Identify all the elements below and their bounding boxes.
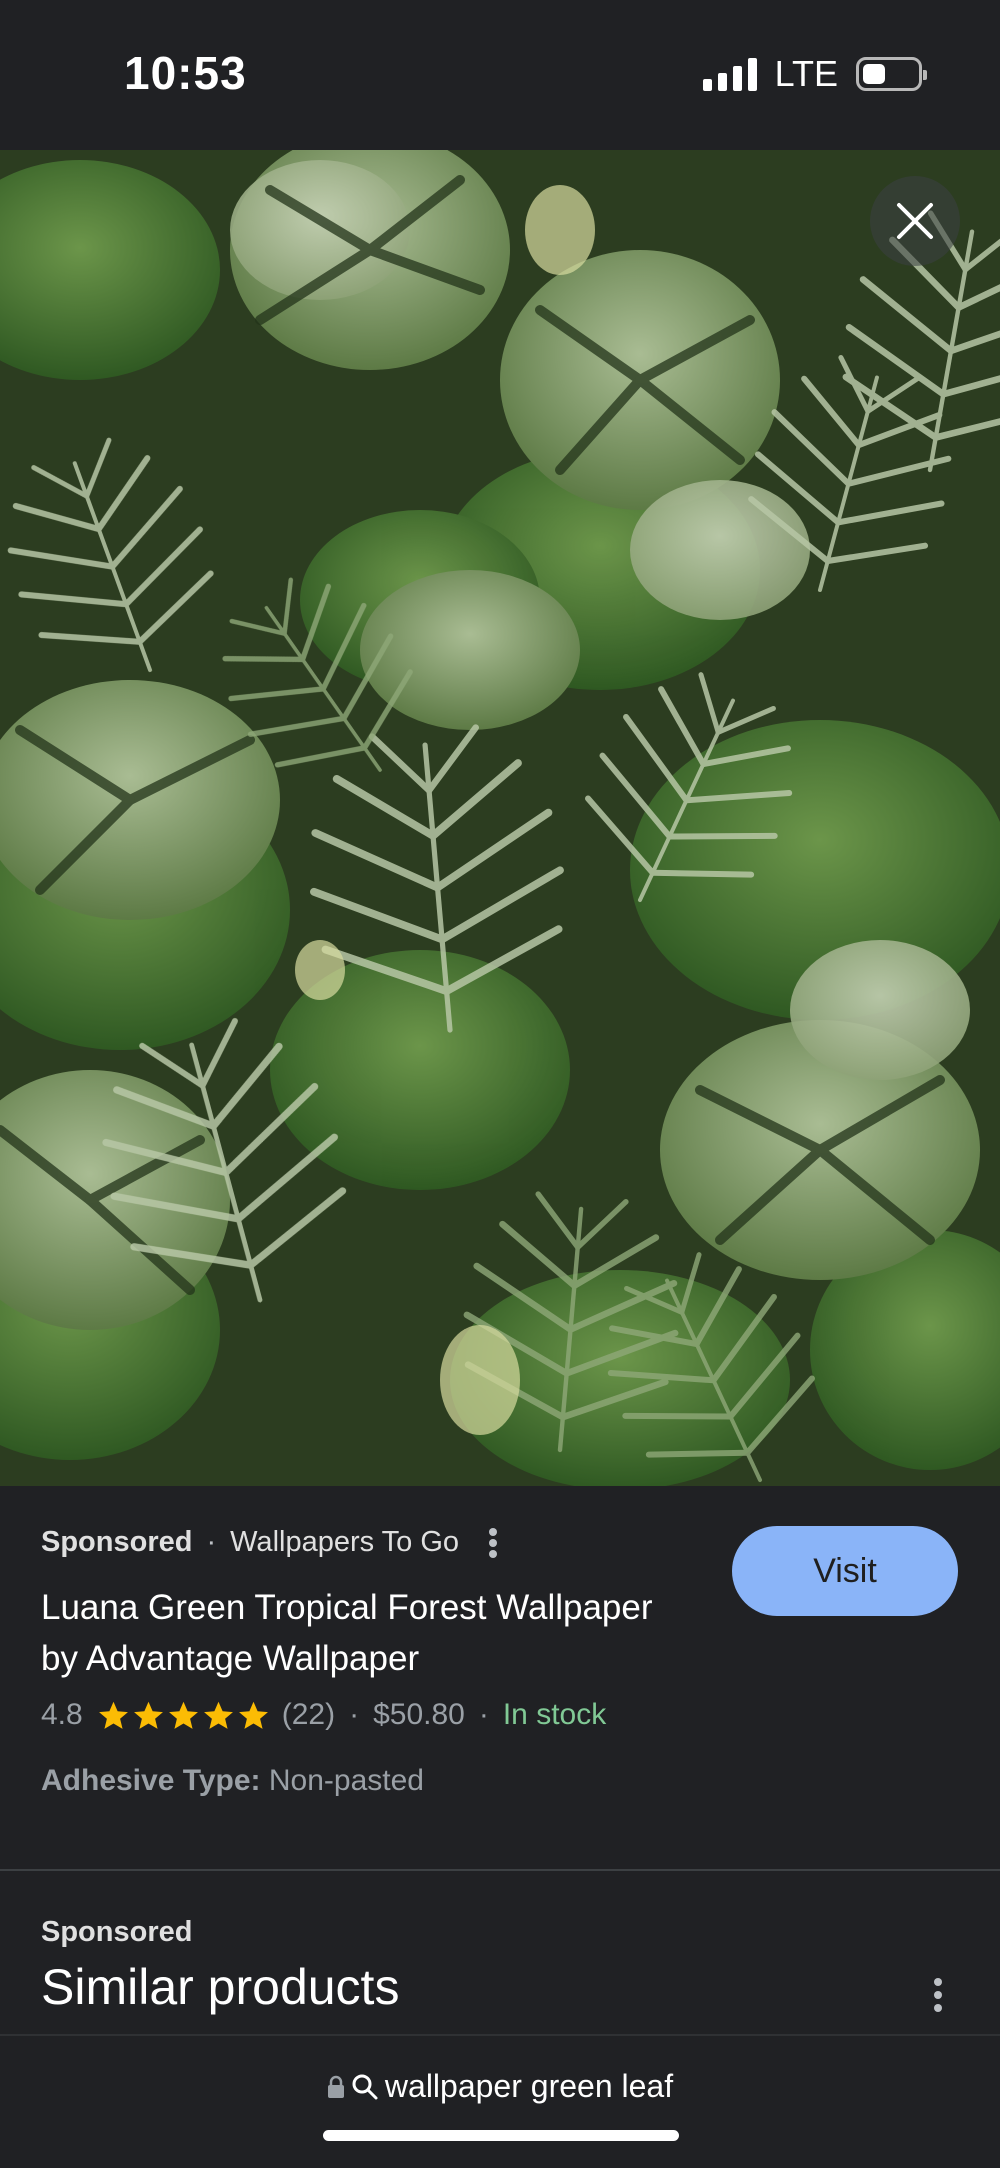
separator-dot: ·	[206, 1526, 217, 1558]
status-indicators: LTE	[702, 52, 927, 96]
separator-dot: ·	[478, 1698, 489, 1731]
similar-more-options-icon[interactable]	[934, 1978, 942, 2012]
sponsored-label: Sponsored	[41, 1526, 193, 1558]
url-content[interactable]: wallpaper green leaf	[0, 2068, 1000, 2105]
status-time: 10:53	[124, 47, 247, 99]
star-icon	[203, 1701, 233, 1729]
star-rating	[97, 1699, 270, 1732]
star-icon	[168, 1701, 198, 1729]
star-icon	[238, 1701, 268, 1729]
ad-meta: Sponsored · Wallpapers To Go	[41, 1526, 498, 1559]
product-title[interactable]: Luana Green Tropical Forest Wallpaper by…	[41, 1582, 681, 1684]
battery-icon	[856, 57, 927, 91]
separator-dot: ·	[349, 1698, 360, 1731]
similar-sponsored-label: Sponsored	[41, 1916, 193, 1948]
star-icon	[133, 1701, 163, 1729]
product-image	[0, 150, 1000, 1486]
search-query[interactable]: wallpaper green leaf	[385, 2068, 673, 2105]
review-count: (22)	[281, 1698, 336, 1731]
star-icon	[98, 1701, 128, 1729]
close-button[interactable]	[870, 176, 960, 266]
signal-icon	[702, 57, 757, 91]
price: $50.80	[373, 1698, 465, 1731]
lock-icon	[327, 2075, 344, 2098]
tropical-leaves-image	[0, 150, 1000, 1486]
url-bar[interactable]: wallpaper green leaf	[0, 2034, 1000, 2168]
status-bar: 10:53 LTE	[0, 0, 1000, 150]
stock-status: In stock	[502, 1698, 607, 1731]
rating-value: 4.8	[41, 1698, 83, 1731]
attribute-key: Adhesive Type:	[41, 1764, 261, 1797]
product-panel: Sponsored · Wallpapers To Go Luana Green…	[0, 1486, 1000, 1870]
search-icon	[352, 2074, 378, 2099]
seller-name[interactable]: Wallpapers To Go	[230, 1526, 459, 1559]
product-attribute: Adhesive Type: Non-pasted	[41, 1764, 424, 1798]
attribute-value: Non-pasted	[268, 1764, 424, 1797]
network-label: LTE	[774, 53, 838, 94]
rating-line: 4.8 (22) · $50.80 · In stock	[41, 1698, 606, 1732]
close-icon	[897, 203, 933, 239]
section-divider	[0, 1869, 1000, 1871]
visit-button[interactable]: Visit	[732, 1526, 958, 1616]
similar-products-heading: Similar products	[41, 1959, 400, 2015]
more-options-icon[interactable]	[489, 1527, 498, 1558]
home-indicator[interactable]	[323, 2130, 679, 2141]
